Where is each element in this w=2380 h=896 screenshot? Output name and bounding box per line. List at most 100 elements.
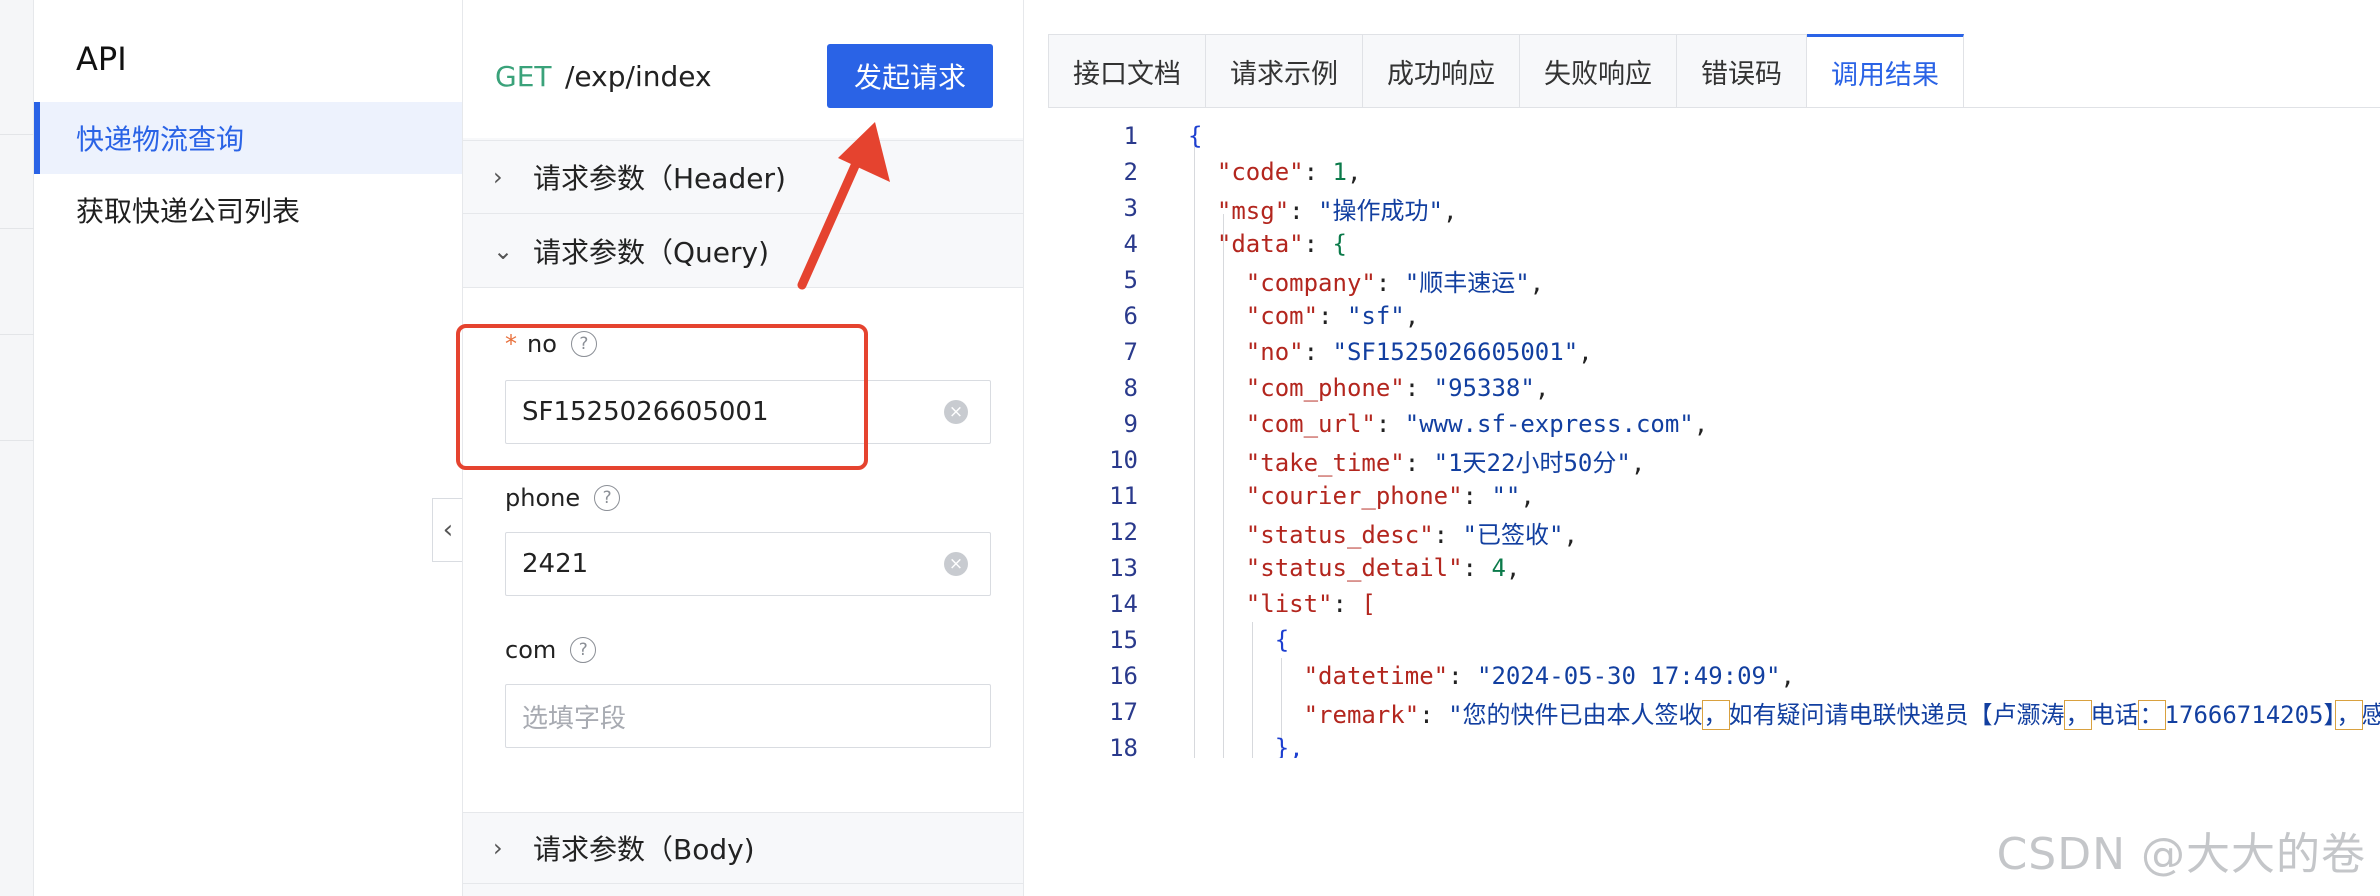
api-sidebar: API 快递物流查询 获取快递公司列表 [34, 0, 462, 896]
endpoint-path: /exp/index [565, 60, 712, 93]
value-datetime: "2024-05-30 17:49:09" [1477, 662, 1781, 690]
line-number: 13 [1109, 554, 1138, 582]
phone-input[interactable]: 2421 × [505, 532, 991, 596]
tab-call-result[interactable]: 调用结果 [1807, 34, 1964, 108]
code-text: "msg": "操作成功", [1216, 196, 1458, 225]
value-com-phone: "95338" [1433, 374, 1535, 402]
code-line: 11 "courier_phone": "", [1048, 478, 2380, 514]
chevron-right-icon: › [493, 163, 503, 191]
field-name: com [505, 636, 557, 664]
query-params-form: * no ? SF1525026605001 × phone ? 2421 × … [463, 288, 1023, 812]
code-line: 10 "take_time": "1天22小时50分", [1048, 442, 2380, 478]
line-number: 14 [1109, 590, 1138, 618]
value-no: "SF1525026605001" [1332, 338, 1579, 366]
help-icon[interactable]: ? [570, 331, 597, 357]
line-number: 17 [1109, 698, 1138, 726]
clear-icon[interactable]: × [944, 400, 968, 424]
code-text: "com": "sf", [1245, 302, 1420, 330]
request-bar: GET /exp/index 发起请求 [463, 0, 1023, 138]
line-number: 3 [1123, 194, 1138, 222]
code-line: 7 "no": "SF1525026605001", [1048, 334, 2380, 370]
tab-api-docs[interactable]: 接口文档 [1049, 34, 1206, 108]
value-take-time: "1天22小时50分" [1433, 448, 1631, 477]
code-text: "no": "SF1525026605001", [1245, 338, 1593, 366]
tab-success-response[interactable]: 成功响应 [1363, 34, 1520, 108]
sidebar-item-label: 快递物流查询 [76, 123, 245, 156]
required-marker: * [505, 330, 517, 358]
http-method: GET [495, 60, 552, 93]
code-text: "status_detail": 4, [1245, 554, 1521, 582]
watermark: CSDN @大大的卷 [1996, 829, 2366, 880]
value-remark: 如有疑问请电联快递员【卢灏涛 [1728, 700, 2065, 729]
tab-request-example[interactable]: 请求示例 [1206, 34, 1363, 108]
value-remark: ， [1701, 699, 1730, 730]
value-remark: "您的快件已由本人签收 [1448, 700, 1703, 729]
chevron-down-icon: ⌄ [493, 236, 514, 265]
value-remark: 17666714205】 [2164, 700, 2336, 729]
tab-error-codes[interactable]: 错误码 [1677, 34, 1807, 108]
result-panel: 接口文档 请求示例 成功响应 失败响应 错误码 调用结果 1 { 2 "code… [1024, 0, 2380, 896]
line-number: 1 [1123, 122, 1138, 150]
active-indicator [34, 102, 40, 174]
input-placeholder: 选填字段 [522, 703, 627, 734]
input-value: 2421 [522, 549, 589, 579]
rail-divider [0, 334, 34, 335]
value-com: "sf" [1346, 302, 1405, 330]
value-remark: ， [2334, 699, 2363, 730]
code-line: 9 "com_url": "www.sf-express.com", [1048, 406, 2380, 442]
api-sidebar-title: API [76, 40, 127, 78]
sidebar-item-company-list[interactable]: 获取快递公司列表 [34, 174, 462, 246]
code-text: "take_time": "1天22小时50分", [1245, 448, 1646, 477]
value-remark: 电话 [2090, 700, 2139, 729]
code-line: 17 "remark": "您的快件已由本人签收，如有疑问请电联快递员【卢灏涛，… [1048, 694, 2380, 730]
no-input[interactable]: SF1525026605001 × [505, 380, 991, 444]
section-query-params[interactable]: ⌄ 请求参数（Query) [463, 214, 1023, 288]
result-tabs: 接口文档 请求示例 成功响应 失败响应 错误码 调用结果 [1048, 34, 1964, 108]
section-body-params[interactable]: › 请求参数（Body) [463, 812, 1023, 884]
field-label-phone: phone ? [505, 484, 621, 512]
send-request-button[interactable]: 发起请求 [827, 44, 993, 108]
value-remark: 感谢 [2361, 700, 2380, 729]
code-line: 6 "com": "sf", [1048, 298, 2380, 334]
sidebar-item-label: 获取快递公司列表 [76, 195, 301, 228]
rail-divider [0, 228, 34, 229]
code-text: "com_url": "www.sf-express.com", [1245, 410, 1709, 438]
help-icon[interactable]: ? [570, 637, 597, 663]
tab-failure-response[interactable]: 失败响应 [1520, 34, 1677, 108]
field-name: no [527, 330, 557, 358]
code-text: "data": { [1216, 230, 1347, 258]
section-header-params[interactable]: › 请求参数（Header) [463, 140, 1023, 214]
sidebar-item-express-query[interactable]: 快递物流查询 [34, 102, 462, 174]
tab-divider [1048, 107, 2380, 108]
code-line: 3 "msg": "操作成功", [1048, 190, 2380, 226]
com-input[interactable]: 选填字段 [505, 684, 991, 748]
rail-divider [0, 440, 34, 441]
value-courier-phone: "" [1491, 482, 1521, 510]
line-number: 8 [1123, 374, 1138, 402]
code-text: "remark": "您的快件已由本人签收，如有疑问请电联快递员【卢灏涛，电话：… [1188, 695, 2380, 730]
line-number: 6 [1123, 302, 1138, 330]
code-text: "datetime": "2024-05-30 17:49:09", [1303, 662, 1795, 690]
clear-icon[interactable]: × [944, 552, 968, 576]
code-line: 12 "status_desc": "已签收", [1048, 514, 2380, 550]
help-icon[interactable]: ? [594, 485, 621, 511]
value-code: 1 [1332, 158, 1347, 186]
input-value: SF1525026605001 [522, 397, 769, 427]
line-number: 10 [1109, 446, 1138, 474]
line-number: 12 [1109, 518, 1138, 546]
code-line: 5 "company": "顺丰速运", [1048, 262, 2380, 298]
line-number: 4 [1123, 230, 1138, 258]
section-title: 请求参数（Body) [533, 833, 755, 866]
code-text: }, [1274, 734, 1304, 758]
line-number: 9 [1123, 410, 1138, 438]
field-name: phone [505, 484, 581, 512]
code-line: 15 { [1048, 622, 2380, 658]
line-number: 15 [1109, 626, 1138, 654]
code-text: { [1188, 122, 1203, 150]
value-remark: ： [2137, 699, 2166, 730]
code-text: "company": "顺丰速运", [1245, 268, 1545, 297]
collapse-sidebar-button[interactable]: ‹ [432, 498, 464, 562]
code-line: 2 "code": 1, [1048, 154, 2380, 190]
value-msg: "操作成功" [1318, 196, 1443, 225]
chevron-right-icon: › [493, 834, 503, 862]
